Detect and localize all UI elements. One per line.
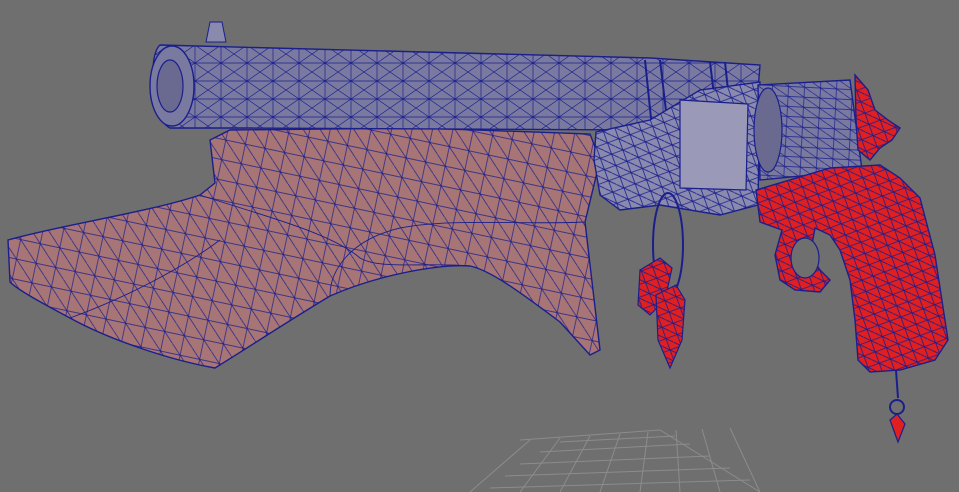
cylinder[interactable] xyxy=(753,79,863,181)
grip[interactable] xyxy=(755,164,949,373)
pendant-crystals[interactable] xyxy=(637,192,686,370)
viewport-scene[interactable] xyxy=(0,0,959,492)
3d-viewport[interactable] xyxy=(0,0,959,492)
stock[interactable] xyxy=(7,127,601,369)
ground-grid xyxy=(469,427,761,492)
hammer[interactable] xyxy=(854,73,901,161)
grip-charm[interactable] xyxy=(889,369,906,444)
